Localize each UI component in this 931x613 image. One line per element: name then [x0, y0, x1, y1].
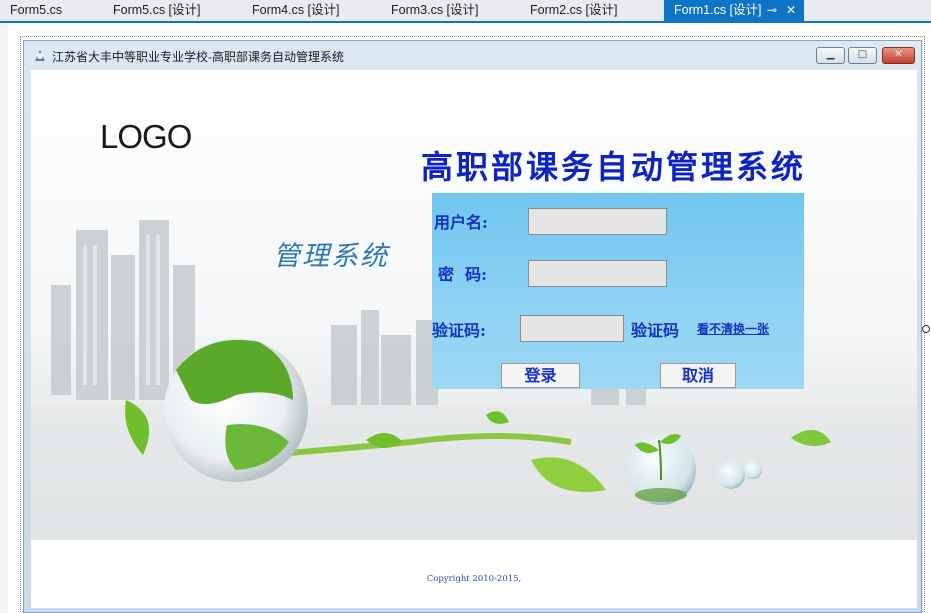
captcha-image[interactable]: 验证码	[631, 317, 679, 341]
refresh-captcha-link[interactable]: 看不清换一张	[697, 320, 769, 337]
tab-label: Form4.cs [设计]	[252, 3, 340, 17]
tab-form1-design[interactable]: Form1.cs [设计] ⊸ ✕	[664, 0, 804, 21]
copyright-text: Copyright 2010-2015,	[426, 574, 522, 584]
system-title: 高职部课务自动管理系统	[421, 148, 807, 186]
close-icon[interactable]: ✕	[786, 0, 796, 21]
tab-label: Form2.cs [设计]	[530, 3, 618, 17]
minimize-button[interactable]: ▁	[816, 47, 845, 64]
pin-icon[interactable]: ⊸	[767, 0, 777, 21]
tab-label: Form5.cs [设计]	[113, 3, 201, 17]
username-input[interactable]	[528, 208, 667, 235]
app-icon	[35, 50, 45, 61]
username-label: 用户名:	[434, 213, 488, 232]
form-window: 江苏省大丰中等职业专业学校-高职部课务自动管理系统 ▁ □ ✕ LOGO 管理系…	[23, 40, 922, 613]
subtitle-art: 管理系统	[273, 241, 389, 272]
login-panel: 用户名: 密 码: 验证码: 验证码 看不清换一张 登录 取消	[432, 193, 804, 389]
tab-label: Form3.cs [设计]	[391, 3, 479, 17]
tab-label: Form1.cs [设计]	[674, 3, 762, 17]
minimize-icon: ▁	[826, 49, 835, 60]
cancel-button[interactable]: 取消	[660, 363, 736, 388]
captcha-input[interactable]	[520, 315, 624, 342]
tab-form4-design[interactable]: Form4.cs [设计]	[242, 0, 381, 21]
password-input[interactable]	[528, 260, 667, 287]
close-icon: ✕	[894, 49, 903, 60]
maximize-button[interactable]: □	[848, 47, 877, 64]
tab-form2-design[interactable]: Form2.cs [设计]	[520, 0, 659, 21]
maximize-icon: □	[857, 49, 868, 60]
password-label: 密 码:	[438, 265, 488, 284]
captcha-label: 验证码:	[432, 321, 486, 340]
tab-form5-cs[interactable]: Form5.cs	[0, 0, 103, 21]
logo-text: LOGO	[100, 118, 192, 155]
tab-form5-design[interactable]: Form5.cs [设计]	[103, 0, 242, 21]
resize-handle[interactable]	[922, 325, 930, 333]
document-tab-strip: Form5.cs Form5.cs [设计] Form4.cs [设计] For…	[0, 0, 931, 23]
tab-form3-design[interactable]: Form3.cs [设计]	[381, 0, 520, 21]
tab-label: Form5.cs	[10, 3, 63, 17]
footer: Copyright 2010-2015,	[31, 540, 917, 608]
form-client-area: LOGO 管理系统 高职部课务自动管理系统 用户名: 密 码: 验证码: 验证码…	[31, 70, 917, 608]
title-bar[interactable]: 江苏省大丰中等职业专业学校-高职部课务自动管理系统 ▁ □ ✕	[24, 41, 921, 69]
close-button[interactable]: ✕	[882, 47, 915, 64]
login-button[interactable]: 登录	[501, 363, 580, 388]
window-title: 江苏省大丰中等职业专业学校-高职部课务自动管理系统	[52, 50, 344, 64]
